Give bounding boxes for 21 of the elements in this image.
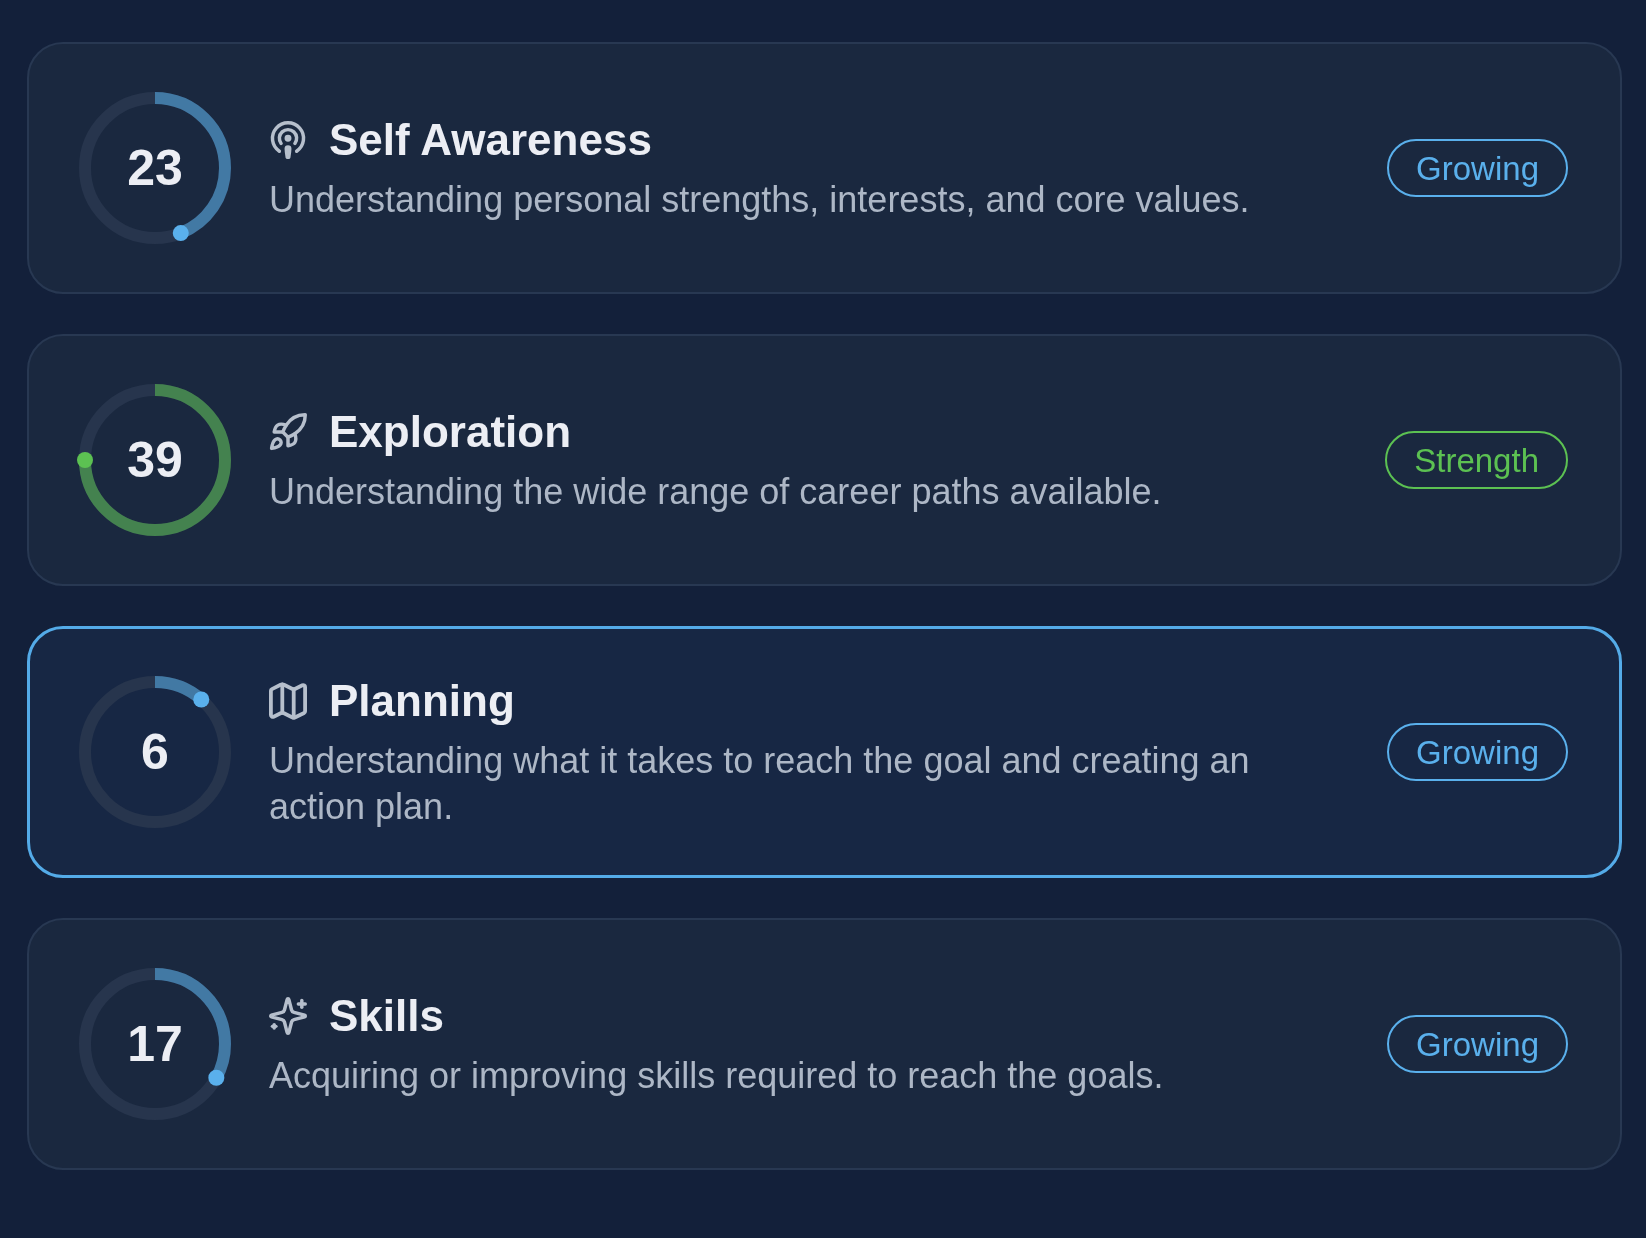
card-description: Understanding the wide range of career paths available. [269,470,1163,514]
category-card[interactable]: 17 Skills Acquiring or improving skills required to reach the goals. Growing [27,918,1622,1170]
status-badge: Strength [1385,431,1568,489]
card-title: Exploration [329,406,572,458]
status-badge: Growing [1387,723,1568,781]
sparkles-icon [269,997,307,1035]
broadcast-icon [269,121,307,159]
card-title: Self Awareness [329,114,652,166]
card-description: Understanding personal strengths, interests, and core values. [269,178,1251,222]
map-icon [269,682,307,720]
category-card[interactable]: 6 Planning Understanding what it takes to reach the goal and creating an action plan. Growing [27,626,1622,878]
status-badge: Growing [1387,139,1568,197]
card-description: Acquiring or improving skills required to reach the goals. [269,1054,1165,1098]
category-card[interactable]: 23 Self Awareness Understanding personal strengths, interests, and core values. Growing [27,42,1622,294]
status-badge: Growing [1387,1015,1568,1073]
category-card[interactable]: 39 Exploration Understanding the wide range of career paths available. Strength [27,334,1622,586]
card-description: Understanding what it takes to reach the goal and creating an action plan. [269,739,1251,829]
card-title: Planning [329,675,515,727]
rocket-icon [269,413,307,451]
card-title: Skills [329,990,444,1042]
score-value: 23 [127,143,183,193]
